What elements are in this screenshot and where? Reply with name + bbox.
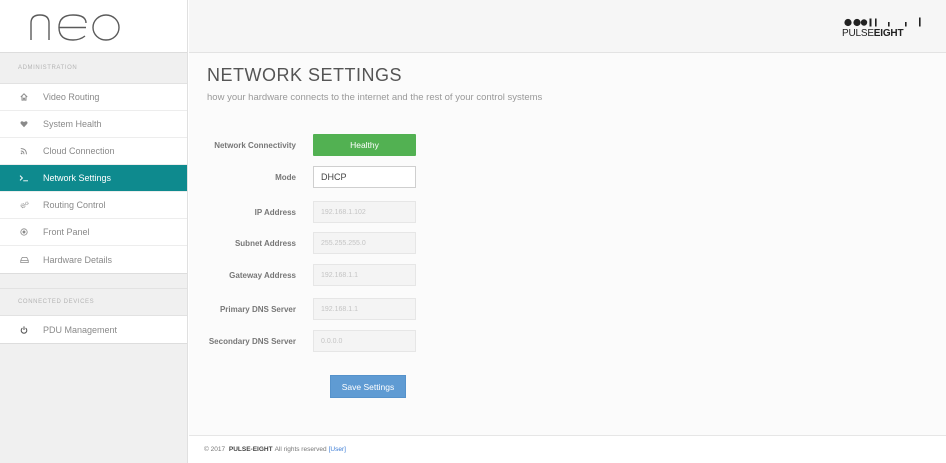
sidebar-item-label: PDU Management	[43, 324, 118, 335]
main-content: NETWORK SETTINGS how your hardware conne…	[189, 53, 946, 435]
page-subtitle: how your hardware connects to the intern…	[207, 92, 543, 103]
footer-copyright: © 2017	[204, 446, 226, 453]
sidebar-item-cloud-connection[interactable]: Cloud Connection	[0, 138, 187, 165]
sidebar-item-label: Routing Control	[43, 200, 106, 210]
sidebar-item-front-panel[interactable]: Front Panel	[0, 219, 187, 246]
row-network-connectivity: Network Connectivity Healthy	[189, 134, 689, 156]
secondary-dns-label: Secondary DNS Server	[208, 336, 296, 346]
terminal-icon	[18, 174, 30, 182]
network-status-badge: Healthy	[313, 134, 416, 156]
sidebar-item-label: Video Routing	[43, 92, 100, 102]
section-label-administration: ADMINISTRATION	[0, 53, 187, 84]
sidebar-item-hardware-details[interactable]: Hardware Details	[0, 246, 187, 273]
subnet-address-label: Subnet Address	[234, 238, 296, 248]
primary-dns-field[interactable]: 192.168.1.1	[313, 298, 416, 320]
ip-address-field[interactable]: 192.168.1.102	[313, 201, 416, 223]
row-ip-address: IP Address 192.168.1.102	[189, 201, 689, 223]
nav-admin: Video Routing System Health Cloud Connec…	[0, 84, 187, 274]
sidebar-item-system-health[interactable]: System Health	[0, 111, 187, 138]
sidebar-item-label: Cloud Connection	[43, 146, 115, 156]
brand-mark-icon	[844, 17, 932, 27]
secondary-dns-field[interactable]: 0.0.0.0	[313, 330, 416, 352]
save-settings-button[interactable]: Save Settings	[330, 375, 406, 398]
gateway-address-label: Gateway Address	[229, 270, 296, 280]
sidebar-item-label: Network Settings	[43, 173, 112, 183]
primary-dns-label: Primary DNS Server	[219, 304, 296, 314]
neo-logo	[30, 14, 120, 41]
brand-prefix: PULSE	[842, 28, 874, 39]
rss-icon	[18, 147, 30, 155]
gateway-address-field[interactable]: 192.168.1.1	[313, 264, 416, 286]
section-label-connected-devices: CONNECTED DEVICES	[0, 288, 187, 316]
network-connectivity-label: Network Connectivity	[214, 140, 296, 150]
footer-company: PULSE-EIGHT	[228, 446, 273, 453]
footer-user-link[interactable]: [User]	[329, 446, 346, 453]
ip-address-label: IP Address	[254, 207, 296, 217]
sidebar: ADMINISTRATION Video Routing System Heal…	[0, 0, 188, 463]
row-secondary-dns: Secondary DNS Server 0.0.0.0	[189, 330, 689, 352]
mode-label: Mode	[275, 172, 296, 182]
sidebar-item-label: Front Panel	[43, 227, 90, 237]
sidebar-item-pdu-management[interactable]: PDU Management	[0, 316, 187, 343]
dot-circle-icon	[18, 228, 30, 236]
hdd-icon	[18, 256, 30, 264]
brand-suffix: EIGHT	[873, 28, 904, 39]
pulse-eight-logo: PULSEEIGHT	[842, 17, 932, 41]
power-icon	[18, 325, 30, 334]
row-gateway-address: Gateway Address 192.168.1.1	[189, 264, 689, 286]
row-mode: Mode DHCP	[189, 166, 689, 188]
cogs-icon	[18, 201, 30, 209]
sidebar-item-label: System Health	[43, 119, 102, 129]
footer: © 2017 PULSE-EIGHT All rights reserved […	[189, 435, 946, 463]
footer-rights: All rights reserved	[274, 446, 327, 453]
sidebar-item-video-routing[interactable]: Video Routing	[0, 84, 187, 111]
subnet-address-field[interactable]: 255.255.255.0	[313, 232, 416, 254]
heart-icon	[18, 120, 30, 128]
mode-field[interactable]: DHCP	[313, 166, 416, 188]
page-title: NETWORK SETTINGS	[207, 65, 403, 85]
home-icon	[18, 93, 30, 101]
nav-devices: PDU Management	[0, 316, 187, 344]
sidebar-item-label: Hardware Details	[43, 254, 113, 265]
row-primary-dns: Primary DNS Server 192.168.1.1	[189, 298, 689, 320]
sidebar-item-routing-control[interactable]: Routing Control	[0, 192, 187, 219]
logo[interactable]	[0, 0, 187, 53]
sidebar-item-network-settings[interactable]: Network Settings	[0, 165, 187, 192]
top-bar: PULSEEIGHT	[189, 0, 946, 53]
row-subnet-address: Subnet Address 255.255.255.0	[189, 232, 689, 254]
